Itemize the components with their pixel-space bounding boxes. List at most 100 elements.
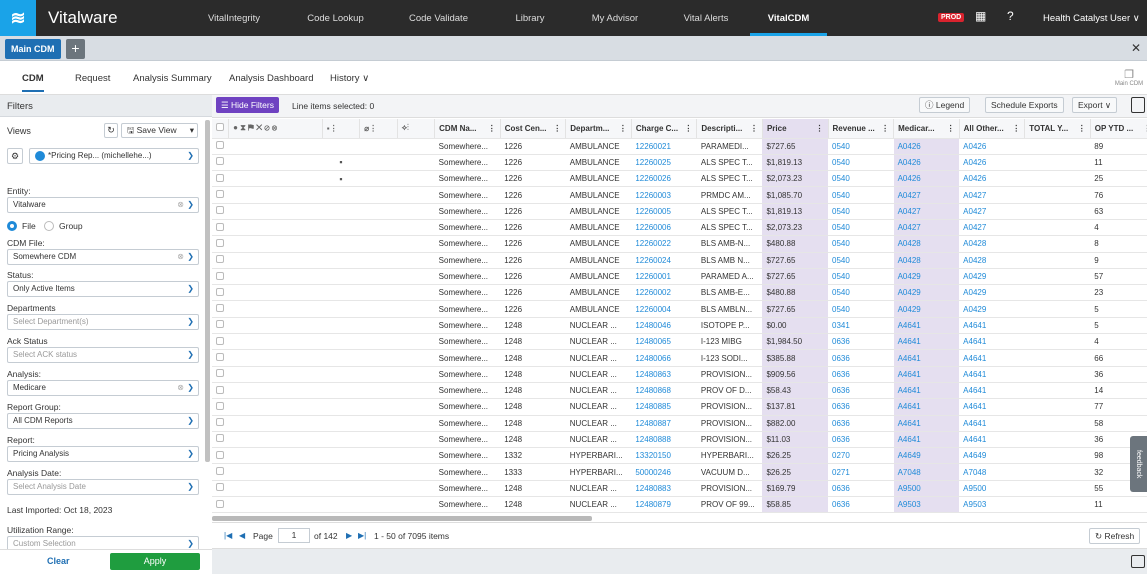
row-icon-cell[interactable] — [228, 431, 323, 449]
table-cell[interactable]: A0429 — [959, 300, 1025, 318]
table-cell[interactable]: 0636 — [828, 480, 894, 498]
row-icon-cell[interactable] — [397, 415, 435, 432]
row-icon-cell[interactable] — [359, 398, 398, 416]
row-icon-cell[interactable] — [228, 235, 323, 253]
table-row[interactable]: Somewhere... 1226 AMBULANCE 12260001 PARAMED… — [212, 268, 1147, 286]
column-header[interactable]: All Other... ⋮ — [959, 119, 1026, 139]
table-cell[interactable]: 12480885 — [631, 398, 697, 416]
table-row[interactable]: Somewhere... 1248 NUCLEAR ... 12480046 ISOTO… — [212, 317, 1147, 335]
table-cell[interactable]: 13320150 — [631, 447, 697, 465]
row-checkbox[interactable] — [212, 480, 229, 498]
table-cell[interactable]: A4641 — [893, 431, 960, 449]
table-cell[interactable]: 0540 — [828, 300, 894, 318]
report-group-select[interactable]: All CDM Reports ❯ — [7, 413, 199, 429]
table-cell[interactable]: 0540 — [828, 138, 894, 155]
row-icon-cell[interactable] — [397, 398, 435, 416]
first-page-icon[interactable]: |◀ — [224, 531, 232, 540]
table-cell[interactable]: A4641 — [893, 349, 960, 367]
table-cell[interactable]: A0429 — [959, 268, 1025, 286]
table-row[interactable]: Somewhere... 1248 NUCLEAR ... 12480888 PROVI… — [212, 431, 1147, 449]
column-header[interactable]: Medicar... ⋮ — [893, 119, 960, 139]
table-cell[interactable]: 12260001 — [631, 268, 697, 286]
table-cell[interactable]: 0636 — [828, 349, 894, 367]
table-cell[interactable]: 0540 — [828, 268, 894, 286]
table-row[interactable]: Somewhere... 1248 NUCLEAR ... 12480879 PROV … — [212, 496, 1147, 514]
row-icon-cell[interactable] — [322, 203, 360, 220]
next-page-icon[interactable]: ▶ — [346, 531, 352, 540]
row-icon-cell[interactable] — [228, 219, 323, 237]
column-header[interactable]: OP YTD ... ⋮ — [1090, 119, 1147, 139]
table-cell[interactable]: A0427 — [893, 203, 960, 220]
table-cell[interactable]: A0427 — [893, 219, 960, 237]
analysis-select[interactable]: Medicare ⊗ ❯ — [7, 380, 199, 396]
table-cell[interactable]: A0426 — [893, 170, 960, 188]
table-row[interactable]: Somewhere... 1333 HYPERBARI... 50000246 VACU… — [212, 463, 1147, 481]
row-icon-cell[interactable] — [359, 154, 398, 172]
table-cell[interactable]: A9500 — [959, 480, 1025, 498]
last-page-icon[interactable]: ▶| — [358, 531, 366, 540]
table-row[interactable]: ▪ Somewhere... 1226 AMBULANCE 12260025 ALS SP… — [212, 154, 1147, 172]
row-checkbox[interactable] — [212, 186, 229, 204]
row-icon-cell[interactable]: ▪ — [322, 170, 360, 188]
table-cell[interactable]: A4641 — [959, 349, 1025, 367]
row-checkbox[interactable] — [212, 154, 229, 172]
table-row[interactable]: Somewhere... 1226 AMBULANCE 12260004 BLS AMB… — [212, 300, 1147, 318]
table-cell[interactable]: 12260026 — [631, 170, 697, 188]
table-row[interactable]: Somewhere... 1226 AMBULANCE 12260006 ALS SPE… — [212, 219, 1147, 237]
row-icon-cell[interactable] — [322, 463, 360, 481]
table-cell[interactable]: A4641 — [893, 398, 960, 416]
table-cell[interactable]: A7048 — [959, 463, 1025, 481]
column-menu-icon[interactable]: ⋮ — [619, 124, 627, 133]
reset-view-icon[interactable]: ↻ — [104, 123, 118, 138]
table-cell[interactable]: A9503 — [959, 496, 1025, 514]
table-cell[interactable]: 0540 — [828, 284, 894, 302]
table-cell[interactable]: A0429 — [959, 284, 1025, 302]
table-row[interactable]: ▪ Somewhere... 1226 AMBULANCE 12260026 ALS SP… — [212, 170, 1147, 188]
table-cell[interactable]: A0429 — [893, 268, 960, 286]
row-icon-cell[interactable] — [359, 333, 398, 351]
table-row[interactable]: Somewhere... 1248 NUCLEAR ... 12480868 PROV … — [212, 382, 1147, 400]
clear-icon[interactable]: ⊗ — [177, 250, 184, 264]
row-icon-cell[interactable] — [228, 300, 323, 318]
table-cell[interactable]: 0341 — [828, 317, 894, 335]
row-icon-cell[interactable] — [228, 382, 323, 400]
row-icon-cell[interactable] — [397, 447, 435, 465]
table-cell[interactable]: 12260005 — [631, 203, 697, 220]
table-cell[interactable]: A0426 — [893, 138, 960, 155]
table-cell[interactable]: 12480046 — [631, 317, 697, 335]
row-icon-cell[interactable] — [397, 300, 435, 318]
row-icon-cell[interactable] — [322, 480, 360, 498]
table-cell[interactable]: 12260021 — [631, 138, 697, 155]
column-header[interactable]: Departm... ⋮ — [565, 119, 632, 139]
row-icon-cell[interactable] — [397, 382, 435, 400]
table-cell[interactable]: A4641 — [959, 382, 1025, 400]
table-row[interactable]: Somewhere... 1248 NUCLEAR ... 12480887 PROVI… — [212, 415, 1147, 432]
table-row[interactable]: Somewhere... 1226 AMBULANCE 12260002 BLS AMB… — [212, 284, 1147, 302]
tab-analysis-summary[interactable]: Analysis Summary — [133, 73, 212, 84]
table-cell[interactable]: 12260004 — [631, 300, 697, 318]
row-icon-cell[interactable] — [322, 317, 360, 335]
table-cell[interactable]: 0540 — [828, 252, 894, 269]
table-row[interactable]: Somewhere... 1226 AMBULANCE 12260024 BLS AMB… — [212, 252, 1147, 269]
table-cell[interactable]: 0636 — [828, 333, 894, 351]
export-button[interactable]: Export ∨ — [1072, 97, 1118, 113]
table-cell[interactable]: A4641 — [893, 317, 960, 335]
table-cell[interactable]: 0540 — [828, 186, 894, 204]
row-icon-cell[interactable] — [322, 431, 360, 449]
column-header[interactable]: Cost Cen... ⋮ — [500, 119, 567, 139]
row-icon-cell[interactable] — [322, 382, 360, 400]
file-radio[interactable] — [7, 221, 17, 231]
table-cell[interactable]: A0426 — [959, 154, 1025, 172]
nav-vitalcdm[interactable]: VitalCDM — [750, 0, 827, 36]
row-checkbox[interactable] — [212, 463, 229, 481]
row-checkbox[interactable] — [212, 268, 229, 286]
row-icon-cell[interactable] — [397, 496, 435, 514]
panel-bottom-icon[interactable] — [1131, 555, 1145, 568]
row-icon-cell[interactable] — [397, 366, 435, 383]
row-icon-cell[interactable] — [359, 366, 398, 383]
row-checkbox[interactable] — [212, 398, 229, 416]
column-menu-icon[interactable]: ⋮ — [684, 124, 692, 133]
row-icon-cell[interactable] — [397, 170, 435, 188]
row-icon-cell[interactable] — [359, 138, 398, 155]
column-header[interactable]: Price ⋮ — [762, 119, 829, 139]
